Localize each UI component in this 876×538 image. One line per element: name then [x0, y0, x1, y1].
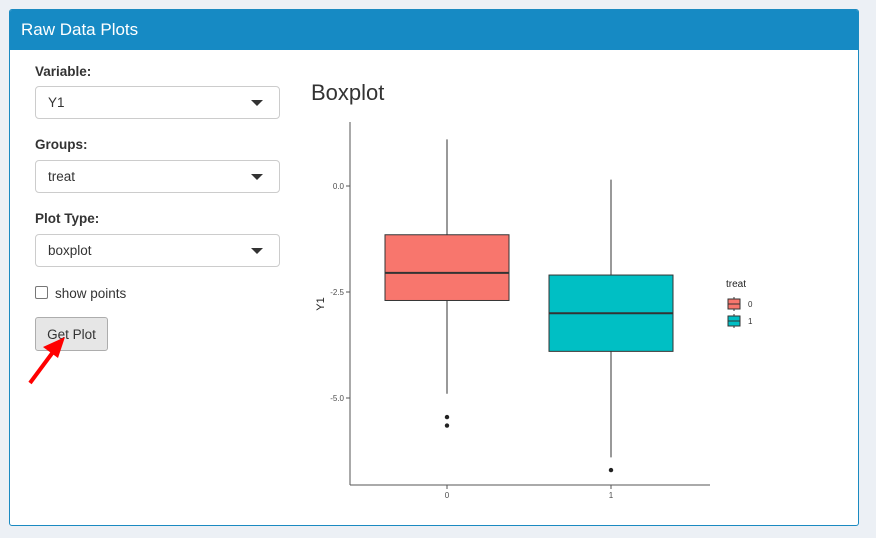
- raw-data-plots-panel: Raw Data Plots Variable: Y1 Groups: trea…: [9, 9, 859, 526]
- y-tick-label: -2.5: [330, 288, 344, 297]
- box-group-0: [384, 234, 510, 301]
- outlier-point: [608, 467, 614, 473]
- legend-label: 1: [748, 317, 753, 326]
- legend-label: 0: [748, 300, 753, 309]
- boxplot-chart: 0.0 -2.5 -5.0 Y1 0 1 treat 0 1: [315, 122, 753, 500]
- y-axis-title: Y1: [315, 297, 327, 310]
- x-tick-label: 1: [609, 491, 614, 500]
- y-tick-label: 0.0: [333, 182, 345, 191]
- y-tick-label: -5.0: [330, 394, 344, 403]
- outlier-point: [444, 423, 450, 428]
- legend-title: treat: [726, 279, 746, 290]
- outlier-point: [444, 414, 450, 420]
- x-tick-label: 0: [445, 491, 450, 500]
